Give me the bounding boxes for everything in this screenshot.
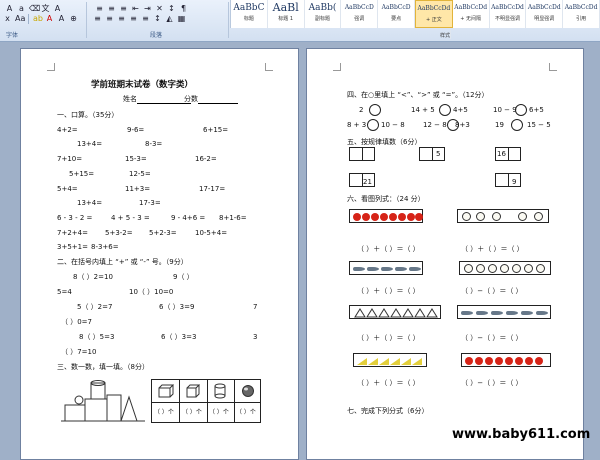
borders-icon[interactable]: ▦	[176, 13, 187, 24]
group-label-styles: 样式	[440, 30, 452, 39]
compare-circle[interactable]	[511, 119, 523, 131]
style-emphasis[interactable]: AaBbCcD 强调	[341, 0, 379, 28]
apples-strip-2	[461, 353, 551, 367]
apples-strip	[349, 209, 423, 223]
distributed-icon[interactable]: ≡	[140, 13, 151, 24]
score-field: 分数	[184, 95, 238, 104]
document-page-2[interactable]: 四、在○里填上 “<”、“>” 或 “=”。（12分） 2 14 + 5 4+5…	[306, 48, 584, 460]
compare-circle[interactable]	[515, 104, 527, 116]
cylinder-icon	[214, 383, 226, 399]
ribbon: A a ⌫ 文 A x Aa ab A A ⊕ ≡ ≡ ≡ ⇤ ⇥ ✕ ↕ ¶ …	[0, 0, 600, 42]
exam-title: 学前班期末试卷（数字类）	[91, 80, 194, 90]
style-subtle-emphasis[interactable]: AaBbCcDd 不明显强调	[490, 0, 527, 28]
subscript-icon[interactable]: x	[2, 13, 13, 24]
name-field: 姓名	[123, 95, 191, 104]
align-right-icon[interactable]: ≡	[116, 13, 127, 24]
style-intense-emphasis[interactable]: AaBbCcDd 明显强调	[526, 0, 564, 28]
compare-circle[interactable]	[439, 104, 451, 116]
line-spacing-icon[interactable]: ↕	[152, 13, 163, 24]
style-keypoint[interactable]: AaBbCcD 要点	[378, 0, 415, 28]
count-table: （ ）个 （ ）个 （ ）个 （ ）个	[151, 379, 261, 423]
style-quote[interactable]: AaBbCcDd 引用	[563, 0, 600, 28]
font-toolbar-bottom: x Aa ab A A ⊕	[2, 13, 79, 25]
section-5-heading: 五、按规律填数（6分）	[347, 138, 422, 146]
faces-strip	[457, 209, 549, 223]
triangles-strip	[349, 305, 441, 319]
compare-circle[interactable]	[369, 104, 381, 116]
char-shading-icon[interactable]: A	[56, 13, 67, 24]
section-2-heading: 二、在括号内填上 “+” 或 “-” 号。（9分）	[57, 258, 188, 266]
compare-circle[interactable]	[367, 119, 379, 131]
section-7-heading: 七、完成下列分式（6分）	[347, 407, 429, 415]
align-left-icon[interactable]: ≡	[92, 13, 103, 24]
case-icon[interactable]: Aa	[14, 13, 25, 24]
fish-strip-1	[349, 261, 423, 275]
group-label-paragraph: 段落	[150, 32, 163, 39]
section-4-heading: 四、在○里填上 “<”、“>” 或 “=”。（12分）	[347, 91, 489, 99]
section-1-heading: 一、口算。（35分）	[57, 111, 119, 119]
seq-box-3: 16	[495, 147, 521, 161]
enclose-char-icon[interactable]: ⊕	[68, 13, 79, 24]
align-center-icon[interactable]: ≡	[104, 13, 115, 24]
style-no-spacing[interactable]: AaBbCcDd + 无间隔	[453, 0, 490, 28]
bananas-strip	[353, 353, 427, 367]
highlight-icon[interactable]: ab	[32, 13, 43, 24]
document-page-1[interactable]: 学前班期末试卷（数字类） 姓名 分数 一、口算。（35分） 4+2= 9-6= …	[20, 48, 299, 460]
section-3-heading: 三、数一数，填一填。（8分）	[57, 363, 149, 371]
shading-icon[interactable]: ◭	[164, 13, 175, 24]
seq-box-1	[349, 147, 375, 161]
style-heading1[interactable]: AaBl 标题 1	[268, 0, 305, 28]
fish-strip-2	[457, 305, 551, 319]
paragraph-toolbar-bottom: ≡ ≡ ≡ ≡ ≡ ↕ ◭ ▦	[92, 13, 187, 25]
group-label-font: 字体	[6, 32, 19, 39]
blocks-pile-illustration	[61, 380, 145, 422]
section-6-heading: 六、看图列式：（24 分）	[347, 195, 425, 203]
cuboid-icon	[158, 384, 174, 398]
sphere-icon	[242, 385, 254, 397]
style-gallery: AaBbC 标题 AaBl 标题 1 AaBb(副标题 AaBbCcD 强调 AaBb…	[230, 0, 600, 28]
faces-strip-2	[459, 261, 551, 275]
style-title[interactable]: AaBbC 标题	[231, 0, 268, 28]
style-normal[interactable]: AaBbCcDd + 正文	[414, 0, 453, 28]
seq-box-2: 5	[419, 147, 445, 161]
cube-icon	[186, 384, 200, 398]
style-subtitle[interactable]: AaBb(副标题	[305, 0, 342, 28]
seq-box-5: 9	[495, 173, 521, 187]
justify-icon[interactable]: ≡	[128, 13, 139, 24]
seq-box-4: 21	[349, 173, 375, 187]
font-color-icon[interactable]: A	[44, 13, 55, 24]
site-watermark: www.baby611.com	[452, 427, 591, 442]
